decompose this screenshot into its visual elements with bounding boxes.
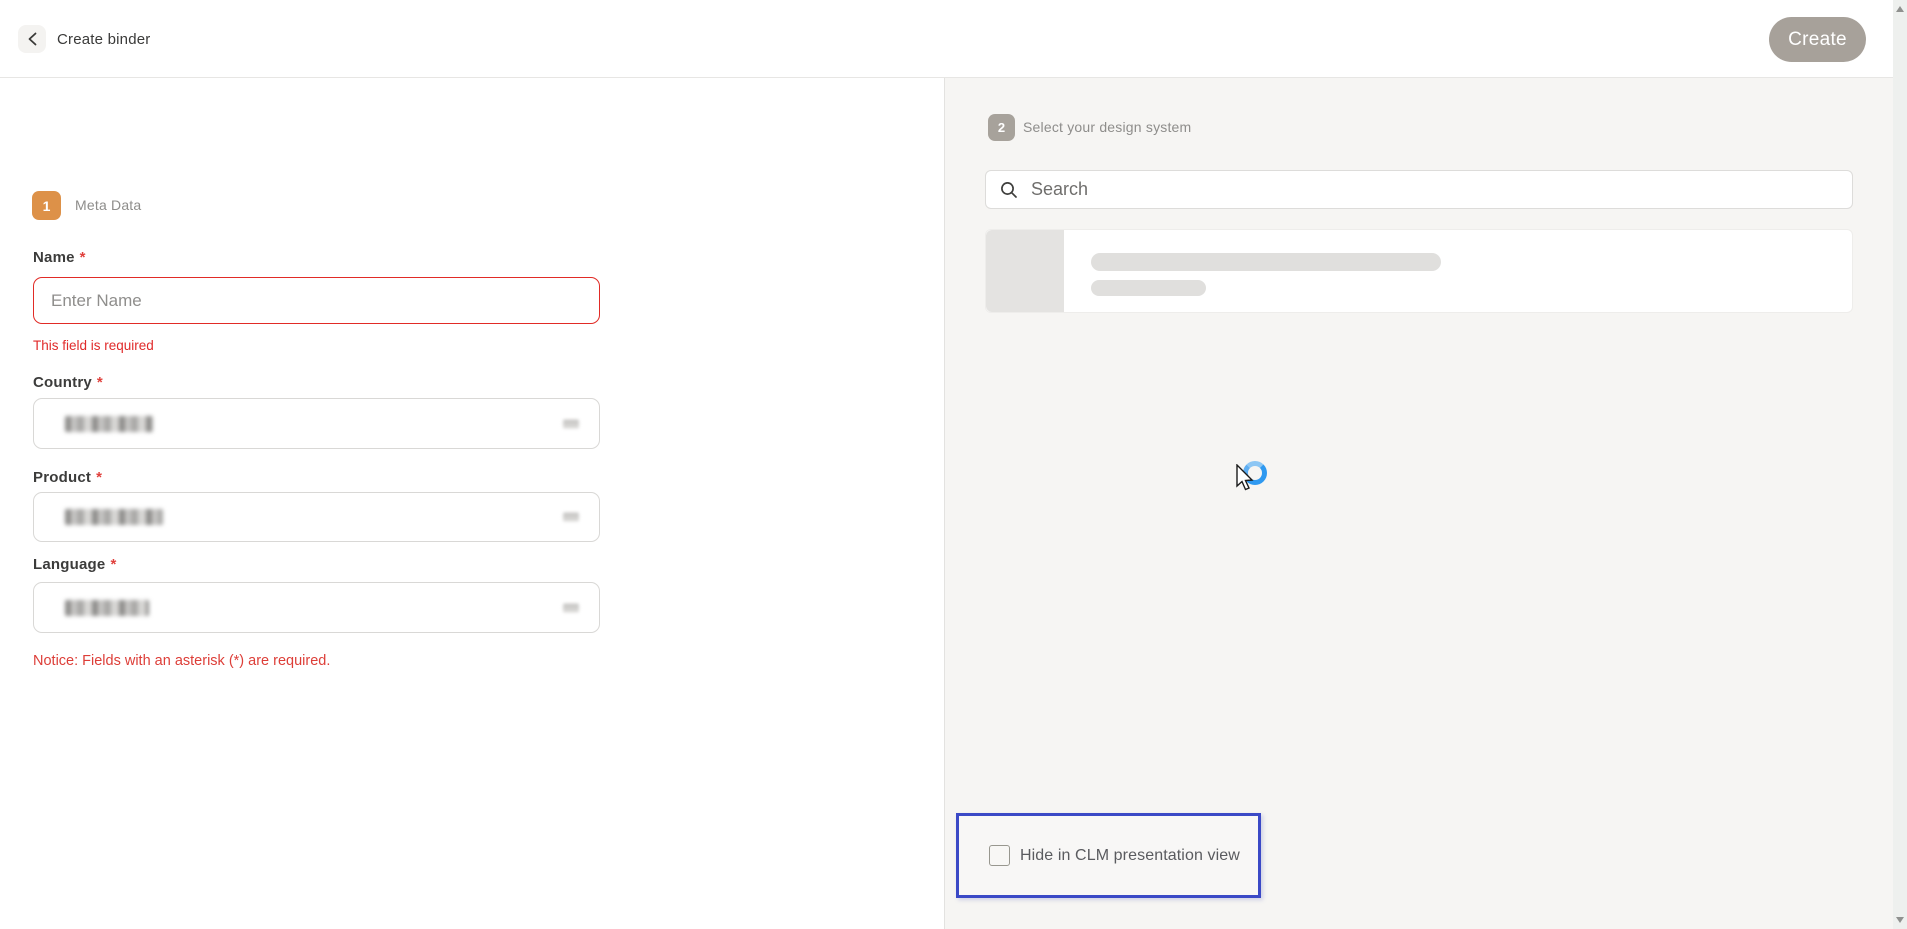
language-value-blurred (65, 600, 149, 616)
vertical-scrollbar[interactable] (1893, 0, 1907, 929)
metadata-panel: 1 Meta Data Name* This field is required… (0, 78, 944, 929)
skeleton-text-bar (1091, 253, 1441, 271)
back-button[interactable] (18, 25, 46, 53)
chevron-down-icon (563, 513, 579, 522)
page-title: Create binder (57, 0, 151, 78)
required-asterisk: * (80, 249, 86, 266)
product-value-blurred (65, 509, 163, 525)
required-asterisk: * (96, 469, 102, 486)
step-1-title: Meta Data (75, 191, 141, 220)
design-system-loading-card (985, 229, 1853, 313)
required-fields-notice: Notice: Fields with an asterisk (*) are … (33, 653, 330, 669)
name-input[interactable] (33, 277, 600, 324)
search-icon (1000, 181, 1018, 199)
skeleton-thumbnail (986, 230, 1064, 312)
design-system-search[interactable] (985, 170, 1853, 209)
required-asterisk: * (97, 374, 103, 391)
scroll-down-icon[interactable] (1896, 917, 1904, 923)
name-label: Name* (33, 249, 86, 266)
step-1-badge: 1 (32, 191, 61, 220)
country-label: Country* (33, 374, 103, 391)
scroll-up-icon[interactable] (1896, 6, 1904, 12)
step-2-title: Select your design system (1023, 114, 1191, 141)
create-button[interactable]: Create (1769, 17, 1866, 62)
step-2-badge: 2 (988, 114, 1015, 141)
mouse-cursor (1236, 464, 1256, 494)
chevron-left-icon (27, 32, 38, 46)
product-select[interactable] (33, 492, 600, 542)
search-input[interactable] (1031, 179, 1852, 200)
top-bar: Create binder Create (0, 0, 1893, 78)
language-label: Language* (33, 556, 117, 573)
name-error-text: This field is required (33, 338, 154, 353)
hide-clm-checkbox-label: Hide in CLM presentation view (1020, 847, 1240, 865)
chevron-down-icon (563, 603, 579, 612)
chevron-down-icon (563, 419, 579, 428)
required-asterisk: * (110, 556, 116, 573)
language-select[interactable] (33, 582, 600, 633)
hide-clm-checkbox[interactable] (989, 845, 1010, 866)
country-select[interactable] (33, 398, 600, 449)
skeleton-text-bar (1091, 280, 1206, 296)
country-value-blurred (65, 416, 153, 432)
clm-checkbox-highlight: Hide in CLM presentation view (956, 813, 1261, 898)
product-label: Product* (33, 469, 102, 486)
create-binder-page: 1 Meta Data Name* This field is required… (0, 0, 1907, 929)
